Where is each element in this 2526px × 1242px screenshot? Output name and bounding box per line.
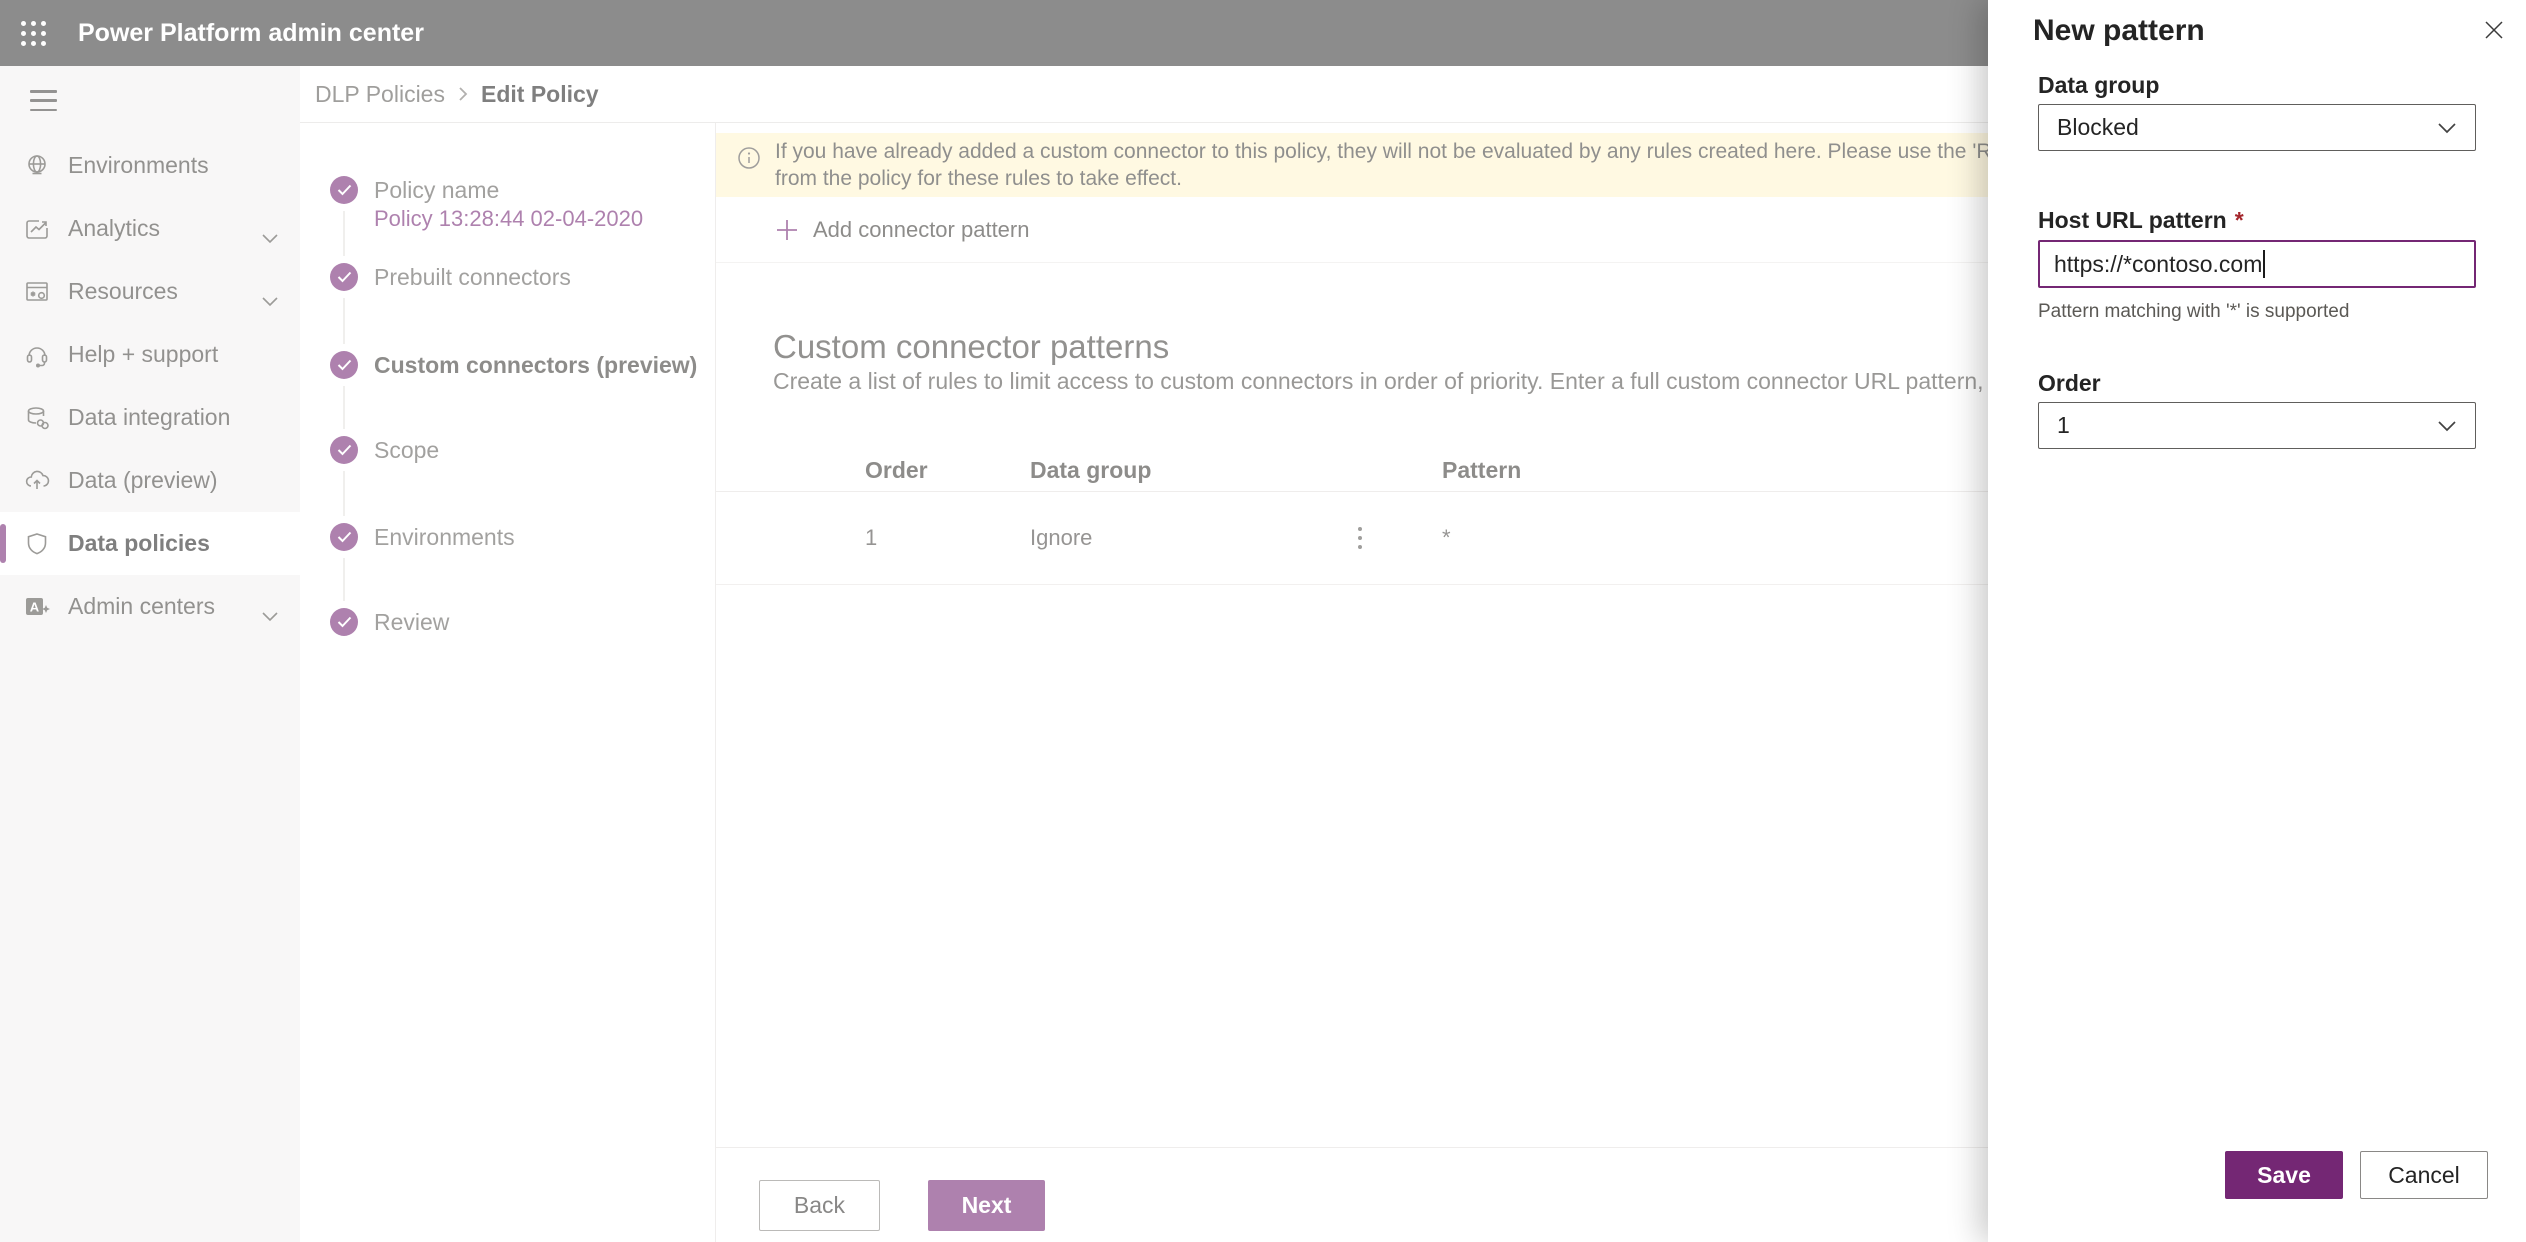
- analytics-chart-icon: [22, 214, 52, 244]
- sidebar-item-data-preview[interactable]: Data (preview): [0, 449, 300, 512]
- breadcrumb-dlp-policies[interactable]: DLP Policies: [315, 81, 445, 108]
- add-connector-pattern-label: Add connector pattern: [813, 217, 1029, 243]
- step-label: Scope: [374, 436, 439, 464]
- close-icon[interactable]: [2476, 12, 2512, 48]
- admin-logo-icon: A: [22, 592, 52, 622]
- step-connector: [343, 211, 345, 256]
- text-caret: [2263, 250, 2265, 278]
- row-more-options-button[interactable]: [1352, 521, 1368, 555]
- globe-icon: [22, 151, 52, 181]
- breadcrumb-edit-policy: Edit Policy: [481, 81, 599, 108]
- step-label: Review: [374, 608, 449, 636]
- step-label: Prebuilt connectors: [374, 263, 571, 291]
- sidebar-item-data-policies[interactable]: Data policies: [0, 512, 300, 575]
- plus-icon: [775, 218, 799, 242]
- order-dropdown[interactable]: 1: [2038, 402, 2476, 449]
- cell-order: 1: [865, 525, 1030, 551]
- sidebar-item-label: Data (preview): [68, 467, 300, 494]
- app-root: Power Platform admin center Environments: [0, 0, 2526, 1242]
- sidebar-item-label: Help + support: [68, 341, 300, 368]
- sidebar-item-admin-centers[interactable]: A Admin centers: [0, 575, 300, 638]
- app-title: Power Platform admin center: [78, 19, 424, 48]
- sidebar-item-label: Data integration: [68, 404, 300, 431]
- new-pattern-panel: New pattern Data group Blocked Host URL …: [1988, 0, 2526, 1242]
- app-launcher-button[interactable]: [0, 0, 66, 66]
- database-link-icon: [22, 403, 52, 433]
- step-environments[interactable]: Environments: [300, 523, 715, 553]
- chevron-down-icon: [2437, 420, 2457, 432]
- step-policy-name[interactable]: Policy name Policy 13:28:44 02-04-2020: [300, 176, 715, 206]
- step-review[interactable]: Review: [300, 608, 715, 638]
- shield-icon: [22, 529, 52, 559]
- step-complete-icon: [330, 351, 358, 379]
- selected-indicator: [0, 524, 6, 563]
- step-scope[interactable]: Scope: [300, 436, 715, 466]
- nav-toggle-button[interactable]: [30, 90, 57, 111]
- order-value: 1: [2057, 412, 2437, 439]
- cell-data-group: Ignore: [1030, 525, 1352, 551]
- order-label: Order: [2038, 370, 2101, 397]
- sidebar-item-analytics[interactable]: Analytics: [0, 197, 300, 260]
- sidebar-item-label: Data policies: [68, 530, 300, 557]
- step-complete-icon: [330, 523, 358, 551]
- cloud-sync-icon: [22, 466, 52, 496]
- resources-window-gear-icon: [22, 277, 52, 307]
- add-connector-pattern-button[interactable]: Add connector pattern: [775, 210, 1029, 250]
- data-group-label: Data group: [2038, 72, 2159, 99]
- step-connector: [343, 558, 345, 601]
- chevron-down-icon: [262, 601, 278, 628]
- sidebar: Environments Analytics: [0, 66, 300, 1242]
- data-group-value: Blocked: [2057, 114, 2437, 141]
- headset-icon: [22, 340, 52, 370]
- data-group-dropdown[interactable]: Blocked: [2038, 104, 2476, 151]
- sidebar-nav: Environments Analytics: [0, 134, 300, 638]
- host-url-pattern-input[interactable]: https://*contoso.com: [2038, 240, 2476, 288]
- step-label: Policy name: [374, 176, 499, 204]
- waffle-icon: [21, 21, 46, 46]
- chevron-down-icon: [262, 286, 278, 313]
- cancel-button[interactable]: Cancel: [2360, 1151, 2488, 1199]
- wizard-steps: Policy name Policy 13:28:44 02-04-2020 P…: [300, 123, 716, 1242]
- sidebar-item-environments[interactable]: Environments: [0, 134, 300, 197]
- chevron-down-icon: [2437, 122, 2457, 134]
- next-button[interactable]: Next: [928, 1180, 1045, 1231]
- sidebar-item-help-support[interactable]: Help + support: [0, 323, 300, 386]
- required-asterisk: *: [2235, 207, 2244, 233]
- host-url-pattern-label-text: Host URL pattern: [2038, 207, 2227, 233]
- step-connector: [343, 386, 345, 429]
- sidebar-item-label: Environments: [68, 152, 300, 179]
- panel-footer: Save Cancel: [2225, 1151, 2488, 1199]
- host-url-value: https://*contoso.com: [2054, 251, 2262, 278]
- step-label: Custom connectors (preview): [374, 351, 697, 379]
- step-label: Environments: [374, 523, 515, 551]
- chevron-down-icon: [262, 223, 278, 250]
- step-custom-connectors[interactable]: Custom connectors (preview): [300, 351, 715, 381]
- chevron-right-icon: [457, 85, 469, 103]
- column-header-data-group: Data group: [1030, 457, 1352, 484]
- step-complete-icon: [330, 608, 358, 636]
- step-complete-icon: [330, 263, 358, 291]
- host-url-pattern-label: Host URL pattern *: [2038, 207, 2244, 234]
- svg-text:A: A: [30, 599, 40, 614]
- panel-title: New pattern: [2033, 14, 2205, 48]
- pattern-hint: Pattern matching with '*' is supported: [2038, 301, 2349, 323]
- page-title: Custom connector patterns: [773, 328, 1169, 366]
- step-complete-icon: [330, 436, 358, 464]
- step-prebuilt-connectors[interactable]: Prebuilt connectors: [300, 263, 715, 293]
- step-connector: [343, 298, 345, 344]
- step-connector: [343, 471, 345, 516]
- info-icon: [737, 146, 761, 170]
- step-sublabel: Policy 13:28:44 02-04-2020: [374, 206, 643, 232]
- column-header-order: Order: [865, 457, 1030, 484]
- step-complete-icon: [330, 176, 358, 204]
- save-button[interactable]: Save: [2225, 1151, 2343, 1199]
- back-button[interactable]: Back: [759, 1180, 880, 1231]
- sidebar-item-data-integration[interactable]: Data integration: [0, 386, 300, 449]
- sidebar-item-resources[interactable]: Resources: [0, 260, 300, 323]
